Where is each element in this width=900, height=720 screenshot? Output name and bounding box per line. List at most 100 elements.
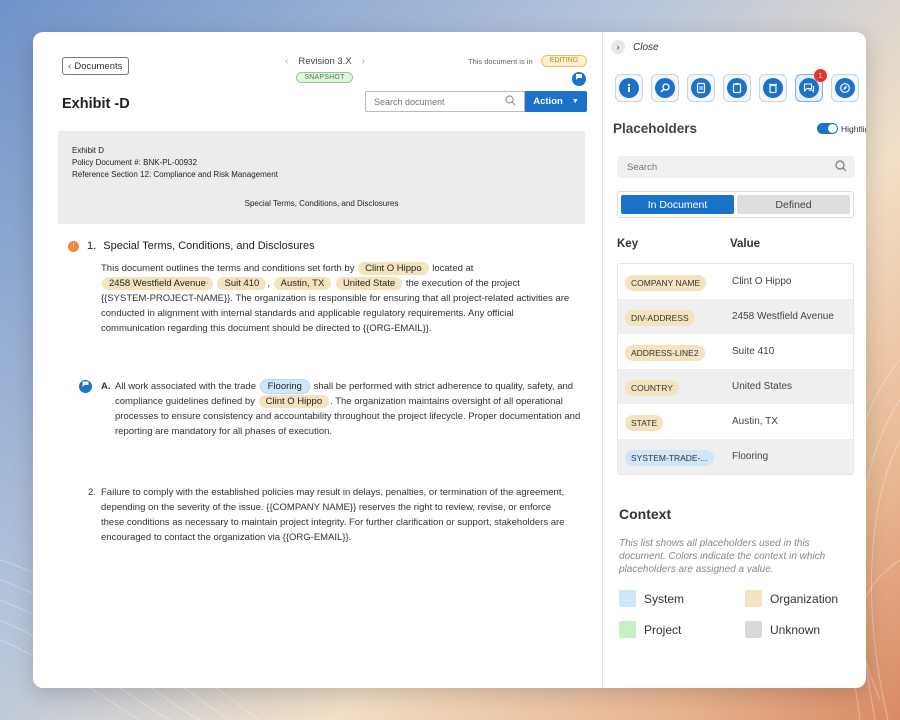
search-document-field[interactable] [365, 91, 525, 112]
toggle-switch[interactable] [817, 123, 838, 134]
system-swatch [619, 590, 636, 607]
clipboard-button[interactable] [723, 74, 751, 102]
revision-label: Revision 3.X [298, 56, 352, 67]
search-icon [505, 94, 516, 109]
document-pane: ‹ Documents ‹ Revision 3.X › SNAPSHOT Th… [33, 32, 602, 688]
action-label: Action [533, 96, 563, 107]
snapshot-badge: SNAPSHOT [296, 72, 353, 83]
chevron-right-icon: › [611, 40, 625, 54]
info-button[interactable] [615, 74, 643, 102]
caret-down-icon: ▼ [571, 98, 579, 105]
value-cell: 2458 Westfield Avenue [732, 311, 834, 322]
document-title: Exhibit -D [62, 96, 130, 112]
tab-defined[interactable]: Defined [737, 195, 850, 214]
table-row[interactable]: SYSTEM-TRADE-... Flooring [618, 439, 853, 474]
value-column-header: Value [730, 238, 761, 250]
compass-button[interactable] [831, 74, 859, 102]
value-cell: Clint O Hippo [732, 276, 792, 287]
header-line-2: Policy Document #: BNK-PL-00932 [72, 158, 197, 167]
key-chip: COMPANY NAME [625, 274, 707, 291]
section-a-letter: A. [101, 381, 111, 392]
table-row[interactable]: STATE Austin, TX [618, 404, 853, 439]
chat-icon [799, 78, 819, 98]
header-center-title: Special Terms, Conditions, and Disclosur… [244, 199, 399, 208]
back-to-documents-button[interactable]: ‹ Documents [62, 57, 130, 75]
highlight-label: Hightlight [841, 123, 866, 134]
close-sidebar-button[interactable]: › Close [611, 40, 659, 54]
placeholders-title: Placeholders [613, 121, 698, 136]
value-cell: Suite 410 [732, 346, 775, 357]
search-key-icon [655, 78, 675, 98]
sidebar-toolbar: 1 [615, 69, 859, 102]
legend-label: System [644, 591, 685, 606]
organization-swatch [745, 590, 762, 607]
document-list-icon [691, 78, 711, 98]
placeholder-chip[interactable]: United State [335, 277, 403, 290]
legend-system: System [619, 590, 684, 607]
section-2-body: Failure to comply with the established p… [101, 487, 565, 543]
key-column-header: Key [617, 238, 639, 250]
recycle-bin-button[interactable] [759, 74, 787, 102]
chat-button[interactable]: 1 [795, 69, 827, 102]
placeholder-chip[interactable]: Clint O Hippo [358, 262, 429, 275]
action-dropdown-button[interactable]: Action ▼ [525, 91, 587, 112]
value-cell: United States [732, 381, 793, 392]
key-chip: STATE [625, 414, 664, 431]
key-chip: ADDRESS-LINE2 [625, 344, 705, 361]
next-revision-icon[interactable]: › [362, 56, 365, 67]
key-chip: COUNTRY [625, 379, 679, 396]
clipboard-icon [727, 78, 747, 98]
comma-text: , [267, 278, 270, 289]
recycle-bin-icon [763, 78, 783, 98]
chevron-left-icon: ‹ [68, 60, 72, 72]
close-label: Close [633, 41, 659, 53]
legend-label: Project [644, 622, 682, 637]
key-chip: DIV-ADDRESS [625, 309, 695, 326]
document-status-text: This document is in [468, 57, 533, 66]
document-header-block: Exhibit D Policy Document #: BNK-PL-0093… [58, 131, 585, 224]
section-2-number: 2. [88, 487, 96, 498]
placeholder-table: COMPANY NAME Clint O Hippo DIV-ADDRESS 2… [617, 263, 854, 475]
key-chip: SYSTEM-TRADE-... [625, 449, 714, 466]
legend-label: Organization [770, 591, 839, 606]
placeholder-chip[interactable]: Suit 410 [217, 277, 267, 290]
previous-revision-icon[interactable]: ‹ [285, 56, 288, 67]
warning-icon[interactable]: ! [68, 241, 79, 252]
context-description: This list shows all placeholders used in… [619, 538, 826, 575]
placeholder-search-field[interactable] [617, 156, 855, 178]
legend-label: Unknown [770, 622, 821, 637]
notification-badge: 1 [814, 69, 827, 82]
section-1-number: 1. [87, 240, 97, 252]
comments-icon[interactable] [572, 72, 586, 86]
project-swatch [619, 621, 636, 638]
placeholder-chip[interactable]: 2458 Westfield Avenue [102, 277, 213, 290]
section-1-title: Special Terms, Conditions, and Disclosur… [103, 240, 315, 252]
placeholder-chip[interactable]: Clint O Hippo [258, 395, 330, 408]
comment-icon[interactable] [79, 380, 92, 393]
value-cell: Austin, TX [732, 416, 778, 427]
table-row[interactable]: ADDRESS-LINE2 Suite 410 [618, 334, 853, 369]
placeholder-chip[interactable]: Flooring [259, 379, 310, 394]
placeholder-search-input[interactable] [627, 161, 817, 173]
editing-badge: EDITING [541, 55, 587, 67]
placeholder-chip[interactable]: Austin, TX [273, 277, 332, 290]
legend-project: Project [619, 621, 681, 638]
info-icon [619, 78, 639, 98]
section-1-text-1: This document outlines the terms and con… [101, 263, 355, 274]
document-list-button[interactable] [687, 74, 715, 102]
unknown-swatch [745, 621, 762, 638]
section-a-text-1: All work associated with the trade [115, 381, 256, 392]
compass-icon [835, 78, 855, 98]
search-icon [835, 159, 847, 175]
table-row[interactable]: DIV-ADDRESS 2458 Westfield Avenue [618, 299, 853, 334]
revision-switcher[interactable]: ‹ Revision 3.X › [283, 56, 367, 67]
search-document-input[interactable] [374, 96, 494, 107]
section-a-body: All work associated with the trade Floor… [115, 379, 581, 439]
table-row[interactable]: COUNTRY United States [618, 369, 853, 404]
search-key-button[interactable] [651, 74, 679, 102]
table-row[interactable]: COMPANY NAME Clint O Hippo [618, 264, 853, 299]
section-1-text-2: located at [432, 263, 474, 274]
highlight-toggle[interactable]: Hightlight [817, 123, 866, 134]
section-1-heading: 1. Special Terms, Conditions, and Disclo… [87, 240, 315, 252]
tab-in-document[interactable]: In Document [621, 195, 734, 214]
